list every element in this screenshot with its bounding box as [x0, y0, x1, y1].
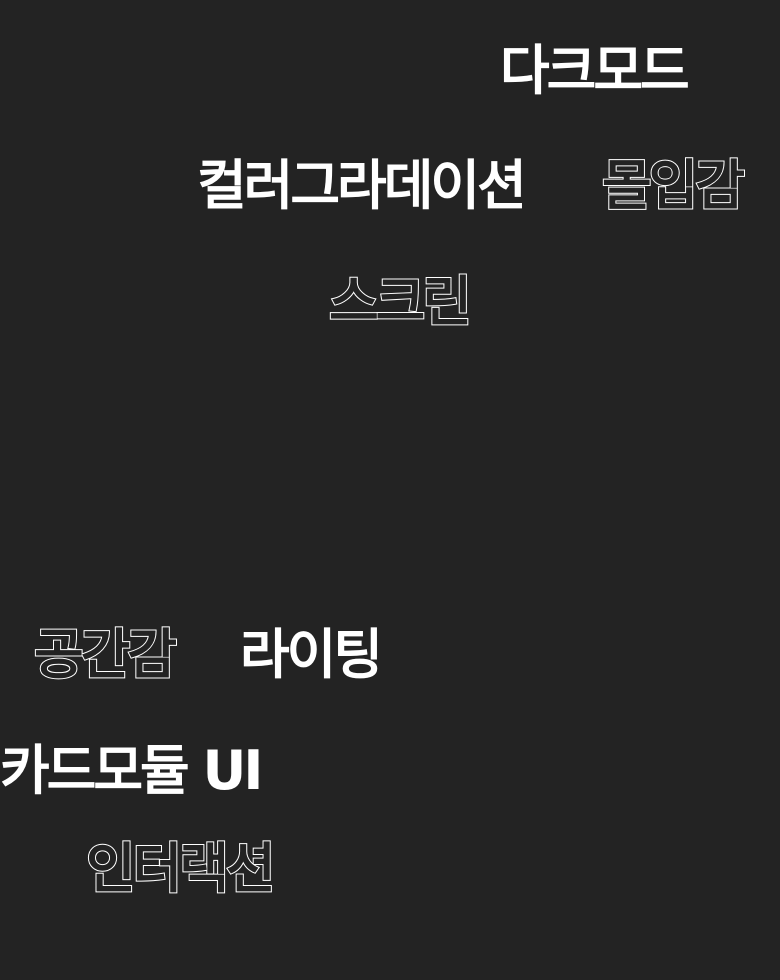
keyword-card-module-ui: 카드모듈 UI — [0, 739, 263, 802]
keyword-sense-of-space: 공간감 — [33, 623, 178, 686]
keyword-dark-mode: 다크모드 — [500, 39, 690, 102]
keyword-lighting: 라이팅 — [240, 623, 383, 686]
keyword-interaction: 인터랙션 — [85, 837, 277, 900]
keyword-immersion: 몰입감 — [601, 154, 746, 217]
keyword-color-gradation: 컬러그라데이션 — [197, 154, 527, 217]
keyword-screen: 스크린 — [328, 270, 473, 333]
